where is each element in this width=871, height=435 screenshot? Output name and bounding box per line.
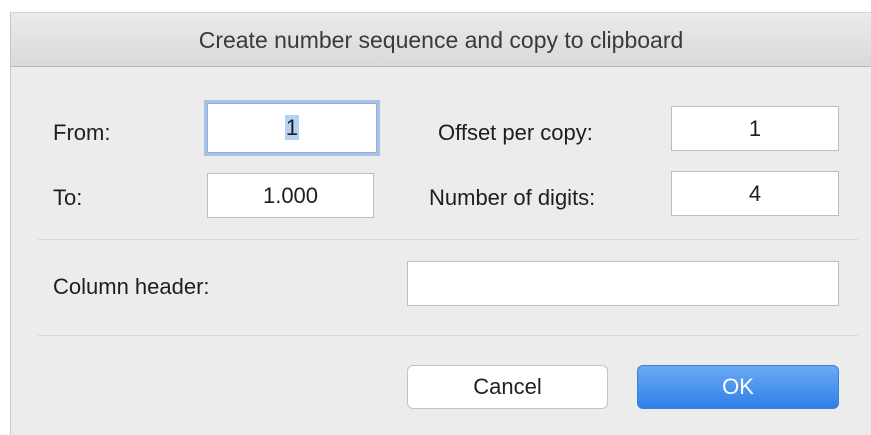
from-field[interactable]: 1 bbox=[207, 103, 377, 153]
ok-button[interactable]: OK bbox=[637, 365, 839, 409]
number-of-digits-field[interactable]: 4 bbox=[671, 171, 839, 216]
to-label: To: bbox=[53, 185, 83, 210]
column-header-label: Column header: bbox=[53, 274, 210, 299]
sequence-dialog: Create number sequence and copy to clipb… bbox=[10, 12, 871, 435]
offset-per-copy-field[interactable]: 1 bbox=[671, 106, 839, 151]
to-field[interactable]: 1.000 bbox=[207, 173, 374, 218]
number-of-digits-label: Number of digits: bbox=[429, 185, 596, 210]
from-label: From: bbox=[53, 120, 111, 145]
column-header-field[interactable] bbox=[407, 261, 839, 306]
divider-top bbox=[38, 239, 858, 240]
from-value: 1 bbox=[284, 115, 300, 140]
cancel-button[interactable]: Cancel bbox=[407, 365, 608, 409]
dialog-title: Create number sequence and copy to clipb… bbox=[11, 13, 871, 67]
divider-bottom bbox=[38, 335, 858, 336]
offset-per-copy-label: Offset per copy: bbox=[438, 120, 593, 145]
